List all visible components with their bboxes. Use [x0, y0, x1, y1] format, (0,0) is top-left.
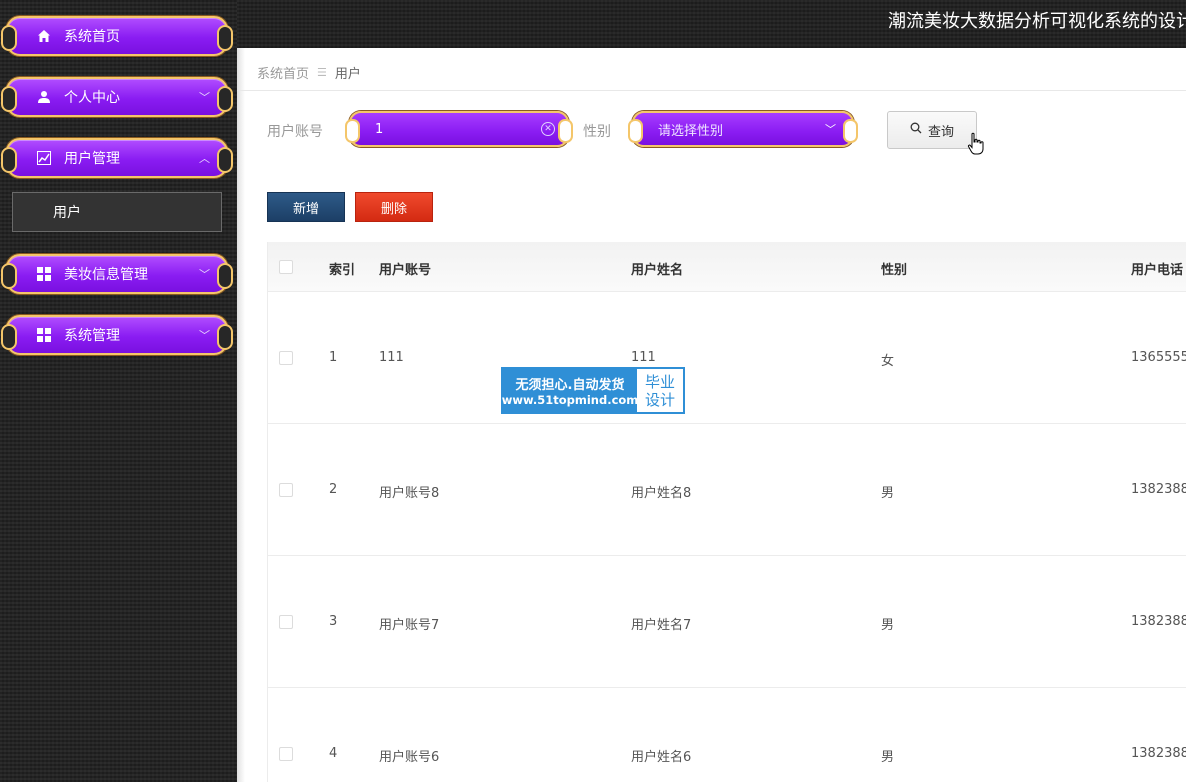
- breadcrumb: 系统首页 ☰ 用户: [257, 63, 361, 82]
- column-header-account: 用户账号: [379, 263, 432, 278]
- column-header-phone: 用户电话: [1131, 263, 1184, 278]
- sidebar-item-system-management[interactable]: 系统管理 ﹀: [1, 315, 233, 355]
- chevron-down-icon: ﹀: [199, 329, 210, 342]
- cell-phone: 1382388: [1131, 482, 1186, 497]
- breadcrumb-home[interactable]: 系统首页: [257, 63, 309, 82]
- chevron-down-icon: ﹀: [825, 123, 836, 136]
- watermark-text: 设计: [644, 390, 675, 409]
- top-bar: 潮流美妆大数据分析可视化系统的设计: [237, 0, 1186, 48]
- breadcrumb-current: 用户: [334, 67, 361, 82]
- row-checkbox[interactable]: [279, 351, 293, 365]
- cell-gender: 女: [881, 354, 895, 369]
- grid-icon: [36, 266, 52, 282]
- search-icon: [910, 122, 922, 138]
- watermark-left: 无须担心.自动发货 www.51topmind.com: [501, 369, 639, 412]
- gender-select[interactable]: 请选择性别 ﹀: [628, 111, 858, 147]
- delete-button[interactable]: 删除: [355, 192, 433, 222]
- table-row[interactable]: 1 111 111 女 1365555: [268, 292, 1186, 424]
- cell-index: 4: [329, 746, 338, 761]
- column-header-index: 索引: [329, 263, 356, 278]
- chart-icon: [36, 150, 52, 166]
- cell-gender: 男: [881, 750, 895, 765]
- grid-icon: [36, 327, 52, 343]
- cell-gender: 男: [881, 486, 895, 501]
- query-button-label: 查询: [927, 124, 954, 140]
- cell-index: 3: [329, 614, 338, 629]
- gender-label: 性别: [583, 124, 611, 140]
- sidebar-subitem-user[interactable]: 用户: [12, 192, 222, 232]
- cell-account: 用户账号6: [379, 750, 440, 765]
- watermark-text: 无须担心.自动发货: [515, 378, 625, 393]
- sidebar-item-home[interactable]: 系统首页: [1, 16, 233, 56]
- account-search-input[interactable]: 1 ✕: [345, 111, 573, 147]
- sidebar-item-label: 个人中心: [64, 90, 120, 106]
- row-checkbox[interactable]: [279, 615, 293, 629]
- sidebar-item-label: 美妆信息管理: [64, 267, 148, 283]
- sidebar-item-beauty-info[interactable]: 美妆信息管理 ﹀: [1, 254, 233, 294]
- chevron-down-icon: ﹀: [199, 268, 210, 281]
- cell-index: 1: [329, 350, 338, 365]
- sidebar-item-label: 系统首页: [64, 29, 120, 45]
- cell-name: 用户姓名8: [631, 486, 692, 501]
- select-all-checkbox[interactable]: [279, 260, 293, 274]
- account-input-value: 1: [375, 121, 384, 137]
- add-button[interactable]: 新增: [267, 192, 345, 222]
- cell-phone: 1382388: [1131, 614, 1186, 629]
- watermark-url: www.51topmind.com: [501, 393, 639, 407]
- cell-index: 2: [329, 482, 338, 497]
- column-header-gender: 性别: [881, 263, 908, 278]
- column-header-name: 用户姓名: [631, 263, 684, 278]
- gender-select-placeholder: 请选择性别: [658, 123, 724, 139]
- watermark-right: 毕业 设计: [637, 369, 683, 412]
- cell-name: 111: [631, 350, 656, 365]
- clear-icon[interactable]: ✕: [541, 122, 555, 136]
- sidebar-item-label: 用户管理: [64, 151, 120, 167]
- sidebar-item-label: 系统管理: [64, 328, 120, 344]
- user-icon: [36, 89, 52, 105]
- sidebar-item-user-management[interactable]: 用户管理 ︿: [1, 138, 233, 178]
- cell-account: 用户账号8: [379, 486, 440, 501]
- table-row[interactable]: 2 用户账号8 用户姓名8 男 1382388: [268, 424, 1186, 556]
- main-content: 系统首页 ☰ 用户 用户账号 1 ✕ 性别 请选择性别 ﹀ 查询 新增 删除 索…: [237, 48, 1186, 782]
- watermark-badge: 无须担心.自动发货 www.51topmind.com 毕业 设计: [501, 367, 685, 414]
- cell-phone: 1382388: [1131, 746, 1186, 761]
- watermark-text: 毕业: [644, 372, 675, 391]
- sidebar: 系统首页 个人中心 ﹀ 用户管理 ︿ 用户 美妆信息管理 ﹀ 系统管理 ﹀: [0, 0, 237, 782]
- chevron-down-icon: ﹀: [199, 91, 210, 104]
- account-label: 用户账号: [267, 124, 323, 140]
- row-checkbox[interactable]: [279, 483, 293, 497]
- app-title: 潮流美妆大数据分析可视化系统的设计: [888, 11, 1186, 32]
- breadcrumb-separator-icon: ☰: [317, 66, 327, 79]
- cell-account: 用户账号7: [379, 618, 440, 633]
- divider: [237, 90, 1186, 91]
- table-header: 索引 用户账号 用户姓名 性别 用户电话: [268, 242, 1186, 292]
- cell-phone: 1365555: [1131, 350, 1186, 365]
- sidebar-item-personal-center[interactable]: 个人中心 ﹀: [1, 77, 233, 117]
- row-checkbox[interactable]: [279, 747, 293, 761]
- hand-cursor-icon: [967, 132, 985, 160]
- cell-name: 用户姓名6: [631, 750, 692, 765]
- table-row[interactable]: 4 用户账号6 用户姓名6 男 1382388: [268, 688, 1186, 782]
- cell-name: 用户姓名7: [631, 618, 692, 633]
- table-row[interactable]: 3 用户账号7 用户姓名7 男 1382388: [268, 556, 1186, 688]
- chevron-up-icon: ︿: [199, 152, 210, 165]
- cell-account: 111: [379, 350, 404, 365]
- cell-gender: 男: [881, 618, 895, 633]
- user-table: 索引 用户账号 用户姓名 性别 用户电话 1 111 111 女 1365555…: [267, 242, 1186, 782]
- query-button[interactable]: 查询: [887, 111, 977, 149]
- home-icon: [36, 28, 52, 44]
